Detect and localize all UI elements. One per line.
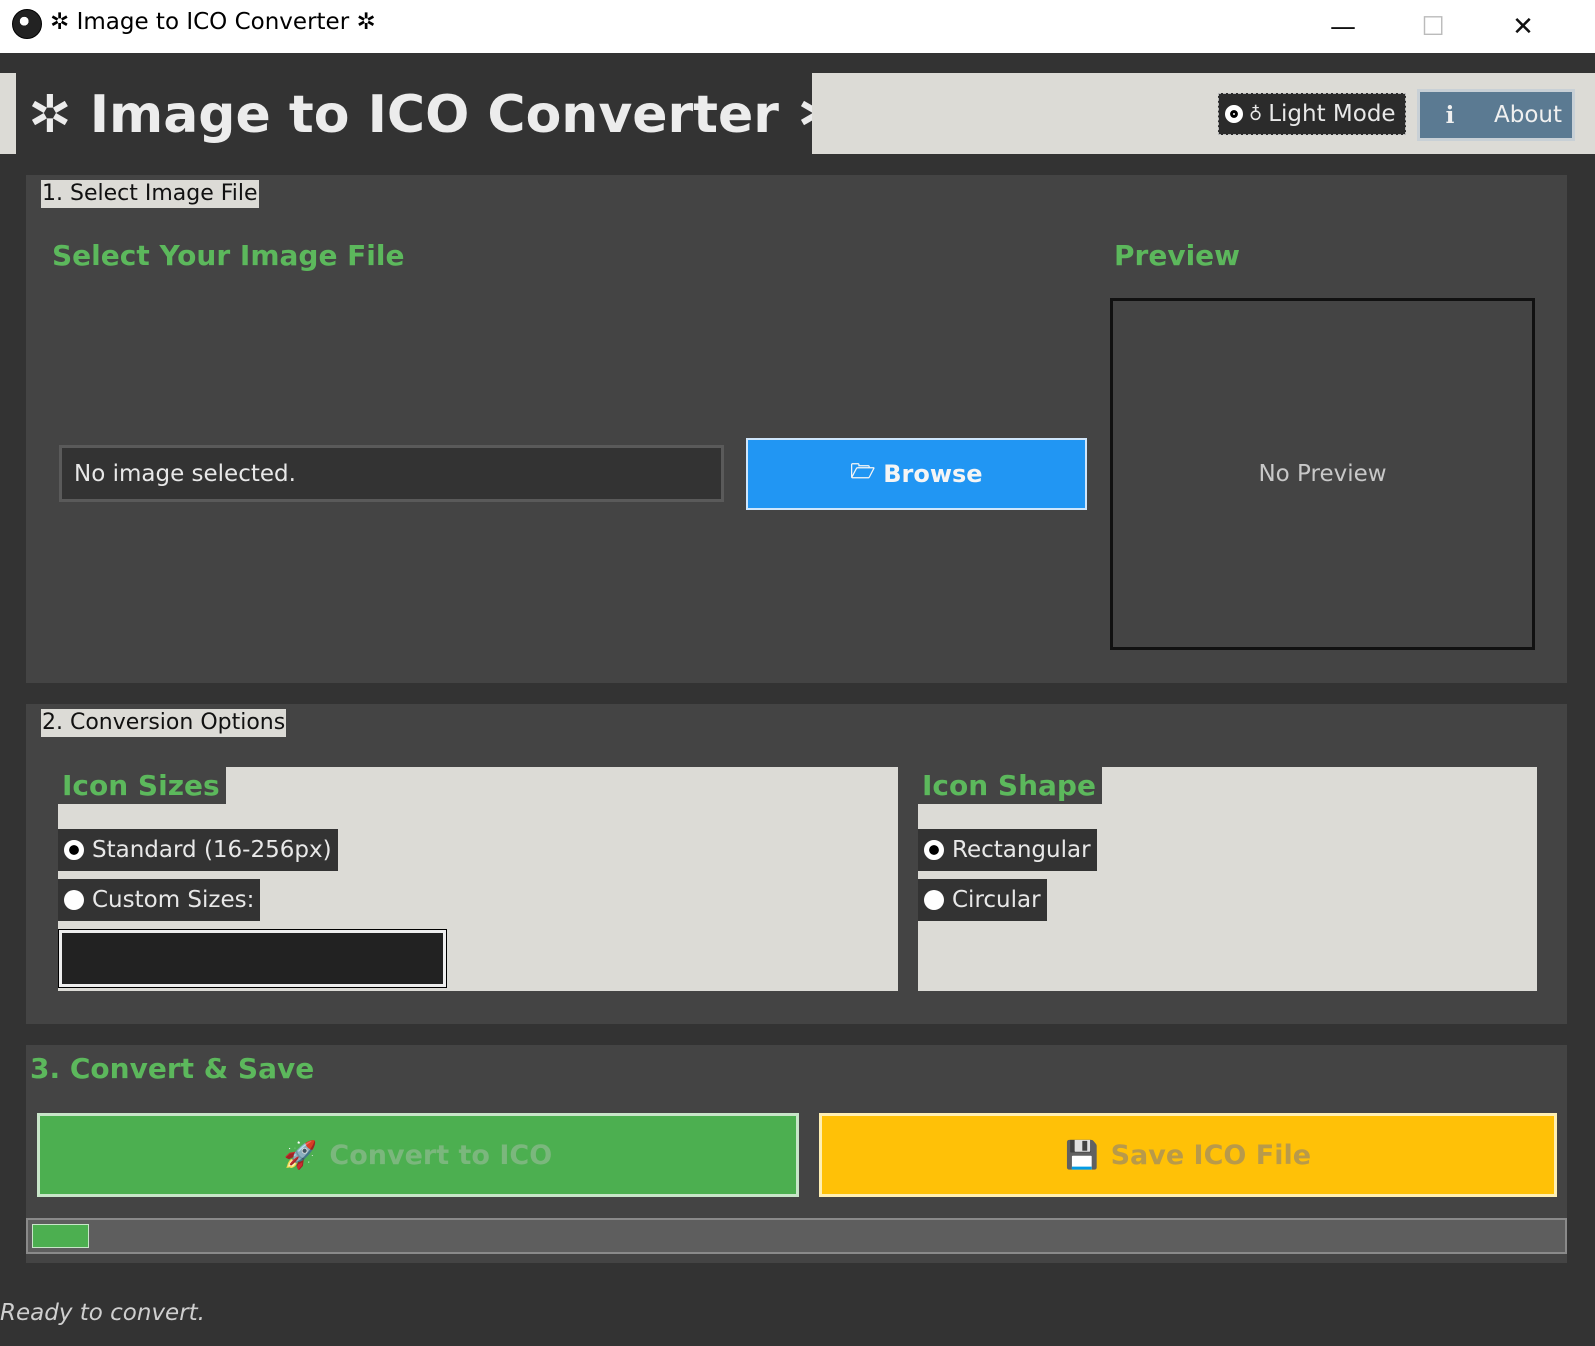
- preview-heading: Preview: [1114, 239, 1241, 272]
- convert-label: Convert to ICO: [329, 1139, 553, 1171]
- icon-sizes-title: Icon Sizes: [58, 767, 226, 804]
- maximize-button[interactable]: ☐: [1388, 0, 1478, 53]
- preview-placeholder: No Preview: [1258, 461, 1387, 487]
- radio-unselected-icon: [924, 890, 944, 910]
- radio-custom-sizes[interactable]: Custom Sizes:: [58, 879, 261, 921]
- convert-save-heading: 3. Convert & Save: [30, 1052, 315, 1085]
- close-button[interactable]: ✕: [1478, 0, 1568, 53]
- section-legend: 2. Conversion Options: [41, 709, 287, 737]
- browse-label: Browse: [883, 460, 983, 488]
- status-text: Ready to convert.: [0, 1300, 205, 1326]
- light-mode-label: Light Mode: [1268, 101, 1396, 127]
- sparkle-icon: ✲: [50, 9, 77, 35]
- radio-circular[interactable]: Circular: [918, 879, 1047, 921]
- about-label: About: [1494, 102, 1563, 128]
- progress-bar: [26, 1218, 1567, 1254]
- radio-selected-icon: [64, 840, 84, 860]
- icon-shape-title: Icon Shape: [918, 767, 1102, 804]
- light-mode-toggle[interactable]: ♁ Light Mode: [1218, 93, 1406, 135]
- floppy-icon: 💾: [1064, 1140, 1099, 1171]
- progress-fill: [32, 1224, 89, 1248]
- folder-icon: 🗁: [850, 459, 876, 483]
- minimize-button[interactable]: —: [1298, 0, 1388, 53]
- bulb-icon: ♁: [1249, 103, 1263, 125]
- convert-button[interactable]: 🚀 Convert to ICO: [37, 1113, 799, 1197]
- radio-label: Circular: [952, 887, 1041, 913]
- preview-area: No Preview: [1110, 298, 1535, 650]
- radio-rectangular[interactable]: Rectangular: [918, 829, 1097, 871]
- radio-standard-sizes[interactable]: Standard (16-256px): [58, 829, 338, 871]
- toggle-radio-icon: [1225, 105, 1243, 123]
- header-strip: [0, 73, 16, 154]
- app-title: ✲ Image to ICO Converter ✲: [28, 85, 841, 145]
- window-titlebar: ✲ Image to ICO Converter ✲ — ☐ ✕: [0, 0, 1595, 53]
- sparkle-icon: ✲: [349, 9, 376, 35]
- save-label: Save ICO File: [1110, 1139, 1312, 1171]
- select-file-heading: Select Your Image File: [52, 239, 405, 272]
- radio-label: Rectangular: [952, 837, 1091, 863]
- window-title: ✲ Image to ICO Converter ✲: [50, 9, 376, 35]
- radio-unselected-icon: [64, 890, 84, 910]
- sparkle-icon: ✲: [28, 85, 90, 145]
- radio-selected-icon: [924, 840, 944, 860]
- file-path-value: No image selected.: [74, 460, 296, 487]
- browse-button[interactable]: 🗁 Browse: [746, 438, 1087, 510]
- section-legend: 1. Select Image File: [41, 180, 259, 208]
- rocket-icon: 🚀: [283, 1140, 318, 1171]
- globe-icon: [12, 9, 42, 39]
- file-path-field[interactable]: No image selected.: [59, 445, 724, 502]
- radio-label: Custom Sizes:: [92, 887, 255, 913]
- custom-sizes-input[interactable]: [58, 929, 447, 988]
- info-icon: i: [1445, 101, 1455, 129]
- save-ico-button[interactable]: 💾 Save ICO File: [819, 1113, 1557, 1197]
- about-button[interactable]: i About: [1417, 89, 1575, 141]
- radio-label: Standard (16-256px): [92, 837, 332, 863]
